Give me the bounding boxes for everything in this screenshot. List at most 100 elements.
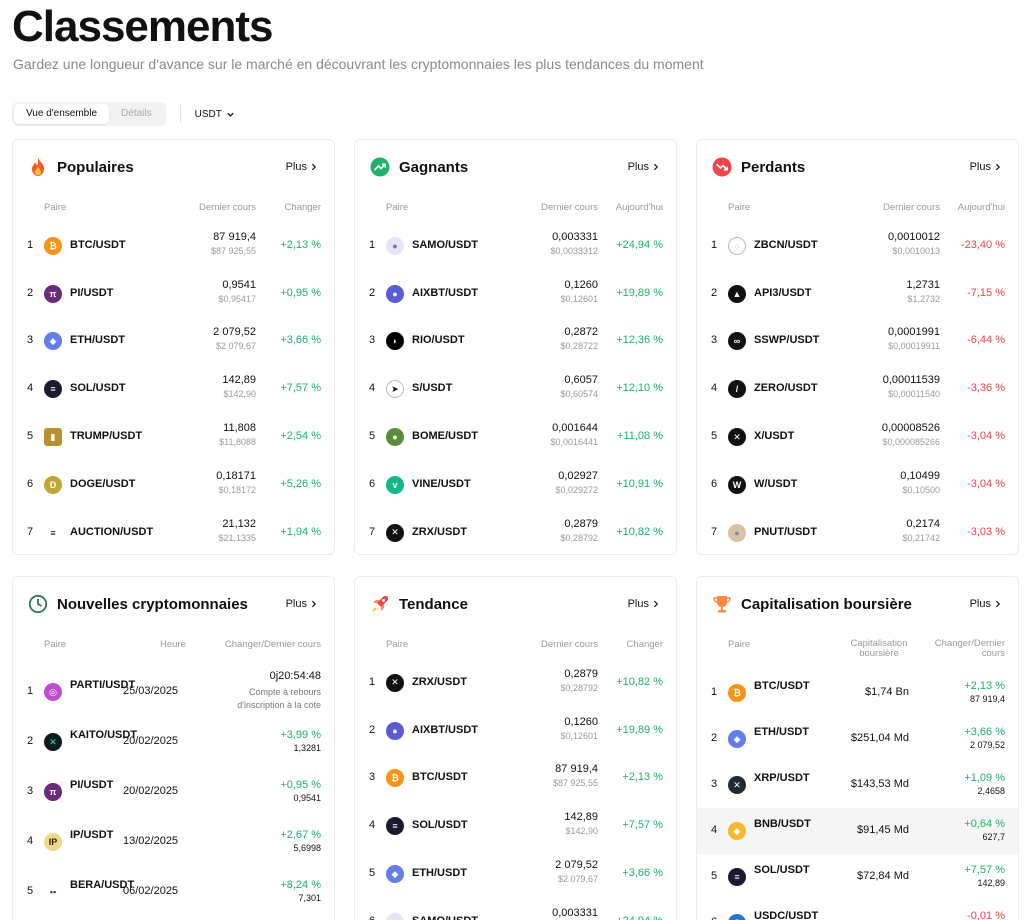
col-pair: Paire: [728, 202, 751, 213]
table-row[interactable]: 7 ✕ ZRX/USDT 0,2879 $0,28792 +10,82 %: [355, 509, 676, 554]
sol-icon: ≡: [728, 868, 746, 886]
tab-details[interactable]: Détails: [109, 104, 164, 124]
samo-icon: ●: [386, 236, 404, 255]
table-row[interactable]: 6 $ USDC/USDT -0,01 %: [697, 900, 1018, 920]
more-link[interactable]: Plus: [970, 161, 1002, 173]
listing-date: 20/02/2025: [123, 735, 179, 747]
pair-name: ETH/USDT: [754, 726, 809, 738]
more-link[interactable]: Plus: [628, 161, 660, 173]
table-row[interactable]: 6 ● SAMO/USDT 0,003331 +24,94 %: [355, 898, 676, 920]
last-price-usd: $142,90: [565, 826, 598, 837]
rank: 3: [369, 771, 376, 784]
table-row[interactable]: 2 ● AIXBT/USDT 0,1260 $0,12601 +19,89 %: [355, 707, 676, 755]
table-row[interactable]: 1 ● SAMO/USDT 0,003331 $0,0033312 +24,94 %: [355, 222, 676, 270]
col-pair: Paire: [44, 202, 67, 213]
change-value: -3,36 %: [967, 382, 1005, 395]
last-price: 0,0010012: [888, 230, 940, 243]
rank: 5: [27, 885, 34, 897]
chevron-right-icon: [310, 163, 318, 171]
more-link[interactable]: Plus: [628, 598, 660, 610]
listing-date: 20/02/2025: [123, 785, 179, 797]
table-row[interactable]: 1 ₿ BTC/USDT $1,74 Bn +2,13 % 87 919,4: [697, 670, 1018, 716]
listing-date: 13/02/2025: [123, 835, 179, 847]
pair-name: SOL/USDT: [412, 819, 468, 832]
table-row[interactable]: 2 ◆ ETH/USDT $251,04 Md +3,66 % 2 079,52: [697, 716, 1018, 762]
table-row[interactable]: 3 ✕ XRP/USDT $143,53 Md +1,09 % 2,4658: [697, 762, 1018, 808]
table-row[interactable]: 5 ▪▪ BERA/USDT 06/02/2025 +8,24 % 7,301: [13, 867, 334, 917]
tab-overview[interactable]: Vue d'ensemble: [14, 104, 110, 124]
rank: 2: [27, 286, 34, 299]
table-row[interactable]: 4 ≡ SOL/USDT 142,89 $142,90 +7,57 %: [355, 802, 676, 850]
pair-name: USDC/USDT: [754, 910, 819, 920]
table-row[interactable]: 1 ✕ ZRX/USDT 0,2879 $0,28792 +10,82 %: [355, 659, 676, 707]
perdants-icon: [711, 156, 733, 178]
table-row[interactable]: 1 ◌ ZBCN/USDT 0,0010012 $0,0010013 -23,40 %: [697, 222, 1018, 270]
pair-name: SAMO/USDT: [412, 915, 478, 920]
table-row[interactable]: 5 ▮ TRUMP/USDT 11,808 $11,8088 +2,54 %: [13, 413, 334, 461]
table-row[interactable]: 5 ● BOME/USDT 0,001644 $0,0016441 +11,08 %: [355, 413, 676, 461]
table-row[interactable]: 5 ≡ SOL/USDT $72,84 Md +7,57 % 142,89: [697, 854, 1018, 900]
last-price: 0,9541: [293, 793, 321, 803]
rank: 6: [369, 477, 376, 490]
table-row[interactable]: 2 ▲ API3/USDT 1,2731 $1,2732 -7,15 %: [697, 270, 1018, 318]
table-row[interactable]: 3 ◆ ETH/USDT 2 079,52 $2 079,67 +3,66 %: [13, 318, 334, 366]
last-price-usd: $0,28792: [560, 532, 598, 543]
table-row[interactable]: 3 ◗ RIO/USDT 0,2872 $0,28722 +12,36 %: [355, 318, 676, 366]
card-header: Gagnants Plus: [369, 154, 660, 180]
table-row[interactable]: 7 ● PNUT/USDT 0,2174 $0,21742 -3,03 %: [697, 509, 1018, 554]
pair-name: BTC/USDT: [754, 680, 810, 692]
table-row[interactable]: 4 ➤ S/USDT 0,6057 $0,60574 +12,10 %: [355, 365, 676, 413]
last-price-usd: $0,12601: [560, 293, 598, 304]
column-headers: Paire Dernier cours Aujourd'hui: [697, 202, 1018, 216]
change-value: +7,57 %: [622, 819, 663, 832]
pair-name: S/USDT: [412, 382, 453, 395]
more-link[interactable]: Plus: [286, 598, 318, 610]
tendance-icon: [369, 593, 391, 615]
last-price: 2 079,52: [213, 326, 256, 339]
table-row[interactable]: 7 ≡ AUCTION/USDT 21,132 $21,1335 +1,94 %: [13, 509, 334, 554]
pair-name: SOL/USDT: [754, 864, 810, 876]
table-row[interactable]: 1 ₿ BTC/USDT 87 919,4 $87 925,55 +2,13 %: [13, 222, 334, 270]
last-price-usd: $0,21742: [902, 532, 940, 543]
populaires-icon: [27, 156, 49, 178]
col-pair: Paire: [44, 639, 67, 650]
table-row[interactable]: 5 ◆ ETH/USDT 2 079,52 $2 079,67 +3,66 %: [355, 850, 676, 898]
table-row[interactable]: 5 ✕ X/USDT 0,00008526 $0,000085266 -3,04 %: [697, 413, 1018, 461]
pair-name: SOL/USDT: [70, 382, 126, 395]
table-row[interactable]: 4 IP IP/USDT 13/02/2025 +2,67 % 5,6998: [13, 817, 334, 867]
aixbt-icon: ●: [386, 284, 404, 303]
pair-name: BTC/USDT: [412, 771, 468, 784]
bome-icon: ●: [386, 428, 404, 447]
listing-date: 06/02/2025: [123, 885, 179, 897]
table-row[interactable]: 3 ∞ SSWP/USDT 0,0001991 $0,00019911 -6,44 %: [697, 318, 1018, 366]
rank: 4: [711, 824, 718, 836]
last-price: 0,2174: [906, 517, 940, 530]
table-row[interactable]: 4 / ZERO/USDT 0,00011539 $0,00011540 -3,36 %: [697, 365, 1018, 413]
table-row[interactable]: 6 v VINE/USDT 0,02927 $0,029272 +10,91 %: [355, 461, 676, 509]
col-cap: Capitalisation boursière: [850, 638, 908, 659]
rank: 4: [369, 382, 376, 395]
table-row[interactable]: 2 ● AIXBT/USDT 0,1260 $0,12601 +19,89 %: [355, 270, 676, 318]
col-price: Dernier cours: [540, 639, 598, 650]
change-value: +11,08 %: [617, 430, 663, 443]
table-row[interactable]: 6 W W/USDT 0,10499 $0,10500 -3,04 %: [697, 461, 1018, 509]
zbcn-icon: ◌: [728, 236, 746, 255]
table-row[interactable]: 1 ◎ PARTI/USDT 25/03/2025 0j20:54:48 Compte à…: [13, 667, 334, 717]
sol-icon: ≡: [44, 380, 62, 399]
currency-select[interactable]: USDT: [195, 109, 235, 120]
table-row[interactable]: 3 ₿ BTC/USDT 87 919,4 $87 925,55 +2,13 %: [355, 755, 676, 803]
more-link[interactable]: Plus: [286, 161, 318, 173]
table-row[interactable]: 6 D DOGE/USDT 0,18171 $0,18172 +5,26 %: [13, 461, 334, 509]
change-value: +3,66 %: [622, 867, 663, 880]
pair-name: ZRX/USDT: [412, 525, 467, 538]
col-change: Aujourd'hui: [615, 202, 663, 213]
last-price: 0,1260: [564, 278, 598, 291]
rank: 6: [711, 916, 717, 920]
table-row[interactable]: 3 π PI/USDT 20/02/2025 +0,95 % 0,9541: [13, 767, 334, 817]
last-price-usd: $0,10500: [902, 484, 940, 495]
table-row[interactable]: 2 ✕ KAITO/USDT 20/02/2025 +3,99 % 1,3281: [13, 717, 334, 767]
table-row[interactable]: 4 ≡ SOL/USDT 142,89 $142,90 +7,57 %: [13, 365, 334, 413]
table-row[interactable]: 4 ◆ BNB/USDT $91,45 Md +0,64 % 627,7: [697, 808, 1018, 854]
more-link[interactable]: Plus: [970, 598, 1002, 610]
table-row[interactable]: 2 π PI/USDT 0,9541 $0,95417 +0,95 %: [13, 270, 334, 318]
